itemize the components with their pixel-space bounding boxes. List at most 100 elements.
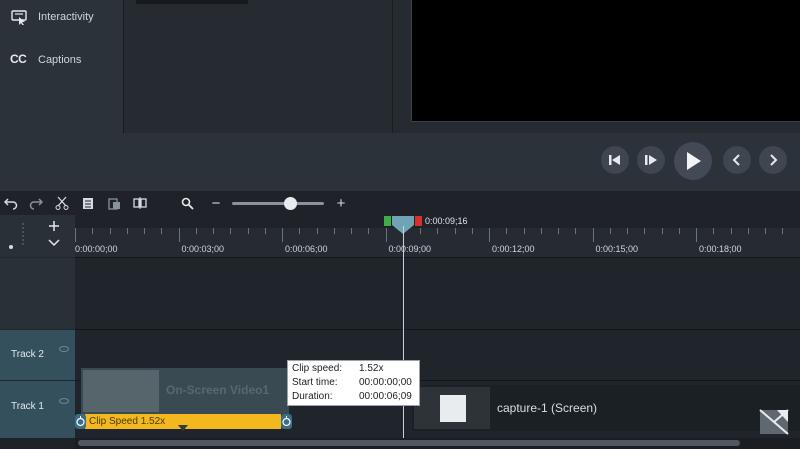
ruler-label: 0:00:03;00 (181, 244, 225, 254)
chevron-left-icon (732, 154, 740, 166)
ruler-minor-tick (644, 228, 646, 234)
ruler-minor-tick (316, 228, 318, 234)
ruler-minor-tick (523, 228, 525, 234)
ruler-minor-tick (747, 228, 749, 234)
ruler-minor-tick (454, 228, 456, 234)
cut-icon[interactable] (55, 196, 69, 210)
tooltip-start-value: 00:00:00;00 (359, 377, 412, 388)
undo-icon[interactable] (4, 196, 18, 210)
ruler-minor-tick (540, 228, 542, 234)
captions-label: Captions (38, 54, 82, 66)
ruler-minor-tick (92, 228, 94, 234)
step-back-button[interactable] (601, 146, 629, 174)
ruler-major-tick (282, 228, 283, 242)
timeline-scrollbar-thumb[interactable] (78, 440, 740, 446)
empty-track-area[interactable] (75, 257, 800, 329)
previous-marker-button[interactable] (723, 146, 751, 174)
split-icon[interactable] (133, 196, 147, 210)
track-2-label: Track 2 (11, 349, 44, 360)
track-height-controls (9, 221, 60, 249)
ruler-minor-tick (195, 228, 197, 234)
zoom-slider-handle[interactable] (284, 197, 297, 210)
zoom-slider-track[interactable] (232, 202, 324, 205)
interactivity-icon (10, 9, 30, 26)
playhead-line (403, 226, 404, 438)
track-1-visibility-icon[interactable] (59, 398, 69, 404)
captions-icon: CC (10, 52, 27, 66)
ruler-minor-tick (230, 228, 232, 234)
tooltip-start-key: Start time: (292, 377, 338, 388)
ruler-minor-tick (471, 228, 473, 234)
ruler-major-tick (696, 228, 697, 242)
ruler-label: 0:00:18;00 (699, 244, 742, 254)
ruler-minor-tick (678, 228, 680, 234)
zoom-search-icon[interactable] (180, 196, 194, 210)
video-clip-thumbnail (83, 370, 159, 412)
ruler-minor-tick (730, 228, 732, 234)
ruler-minor-tick (506, 228, 508, 234)
interactivity-label: Interactivity (38, 11, 94, 23)
ruler-minor-tick (333, 228, 335, 234)
ruler-minor-tick (765, 228, 766, 234)
ruler-minor-tick (109, 228, 111, 234)
media-bin-panel (124, 0, 392, 133)
track-2-visibility-icon[interactable] (59, 346, 69, 352)
ruler-minor-tick (558, 228, 559, 234)
ruler-minor-tick (437, 228, 439, 234)
transition-corner-icon[interactable] (759, 409, 789, 435)
step-forward-icon (645, 155, 657, 165)
track-1-label: Track 1 (11, 401, 44, 412)
ruler-label: 0:00:09;00 (388, 244, 432, 254)
ruler-minor-tick (782, 228, 784, 234)
redo-icon[interactable] (29, 196, 43, 210)
ruler-minor-tick (299, 228, 301, 234)
clip-speed-tooltip: Clip speed: 1.52x Start time: 00:00:00;0… (287, 360, 420, 406)
media-thumbnail-strip (136, 0, 248, 4)
play-button[interactable] (674, 142, 712, 180)
ruler-label: 0:00:12;00 (492, 244, 535, 254)
zoom-out-button[interactable]: − (209, 195, 223, 212)
ruler-minor-tick (264, 228, 266, 234)
ruler-minor-tick (368, 228, 370, 234)
ruler-minor-tick (161, 228, 163, 234)
clip-speed-label: Clip Speed 1.52x (89, 416, 166, 427)
tooltip-duration-key: Duration: (292, 391, 333, 402)
zoom-in-button[interactable]: + (334, 195, 348, 212)
ruler-major-tick (385, 228, 387, 242)
tool-captions[interactable]: CC Captions (0, 45, 123, 75)
playhead-time: 0:00:09;16 (425, 216, 468, 226)
ruler-major-tick (592, 228, 594, 242)
tooltip-speed-key: Clip speed: (292, 363, 343, 374)
ruler-minor-tick (420, 228, 421, 234)
ruler-minor-tick (661, 228, 663, 234)
screen-clip-thumbnail-page (440, 395, 466, 422)
playhead-marker[interactable] (383, 215, 425, 235)
track-1-header[interactable]: Track 1 (0, 380, 75, 438)
copy-icon[interactable] (81, 196, 95, 210)
next-marker-button[interactable] (759, 146, 787, 174)
empty-track-header (0, 257, 75, 329)
ruler-minor-tick (609, 228, 611, 234)
speed-handle-left[interactable] (75, 414, 86, 429)
tooltip-speed-value: 1.52x (359, 363, 384, 374)
play-icon (687, 152, 701, 170)
ruler-minor-tick (575, 228, 577, 234)
ruler-major-tick (489, 228, 490, 242)
ruler-major-tick (178, 228, 180, 242)
step-forward-button[interactable] (637, 146, 665, 174)
camtasia-editor: Interactivity CC Captions − + 0:00:09;16… (0, 0, 800, 449)
ruler-minor-tick (627, 228, 628, 234)
ruler-major-tick (75, 228, 76, 242)
ruler-label: 0:00:00;00 (75, 244, 118, 254)
speed-handle-right[interactable] (281, 414, 292, 429)
preview-canvas[interactable] (411, 0, 800, 122)
tool-interactivity[interactable]: Interactivity (0, 2, 123, 32)
chevron-right-icon (770, 154, 778, 166)
paste-icon[interactable] (107, 196, 121, 210)
track-2-header[interactable]: Track 2 (0, 329, 75, 380)
ruler-minor-tick (213, 228, 214, 234)
screen-clip-label: capture-1 (Screen) (497, 401, 598, 415)
ruler-minor-tick (126, 228, 128, 234)
ruler-label: 0:00:15;00 (595, 244, 639, 254)
ruler-label: 0:00:06;00 (285, 244, 328, 254)
